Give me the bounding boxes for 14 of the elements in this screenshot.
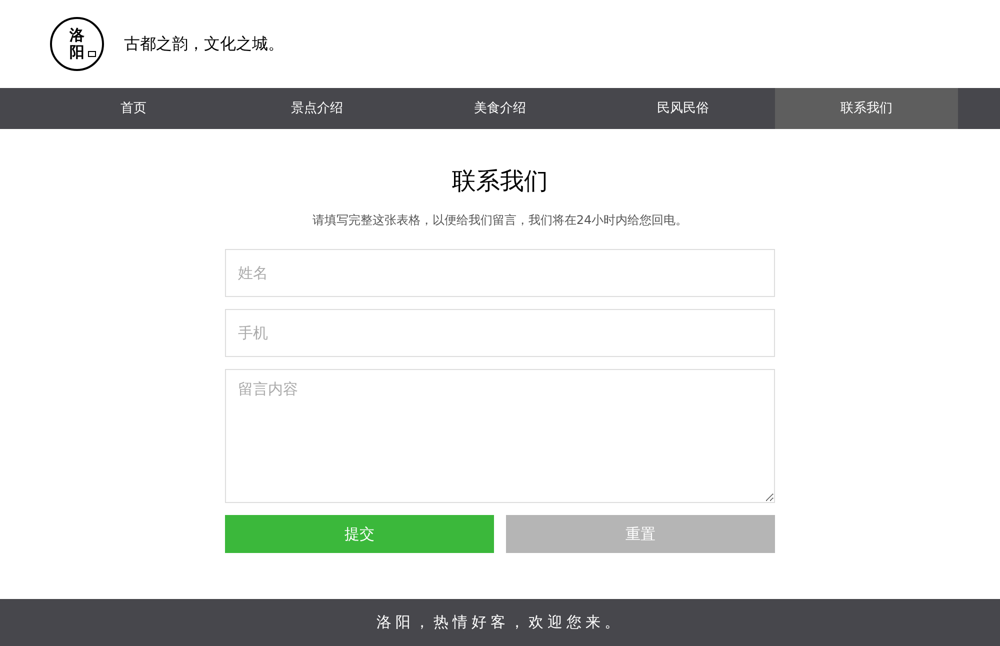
footer-text: 洛阳，热情好客，欢迎您来。 xyxy=(376,612,624,634)
nav-item[interactable]: 民风民俗 xyxy=(592,88,775,129)
nav-item[interactable]: 联系我们 xyxy=(774,88,958,129)
logo: 洛 阳 xyxy=(50,17,104,71)
nav-item[interactable]: 首页 xyxy=(42,88,226,129)
nav-item[interactable]: 美食介绍 xyxy=(408,88,592,129)
message-field[interactable]: 留言内容 xyxy=(225,369,775,503)
slogan: 古都之韵，文化之城。 xyxy=(124,33,284,55)
input-field[interactable]: 手机 xyxy=(225,309,775,357)
page-title: 联系我们 xyxy=(452,166,548,197)
subtitle: 请填写完整这张表格，以便给我们留言，我们将在24小时内给您回电。 xyxy=(312,212,688,229)
input-field[interactable]: 姓名 xyxy=(225,249,775,297)
nav-item[interactable]: 景点介绍 xyxy=(225,88,408,129)
seal-icon xyxy=(88,51,96,57)
